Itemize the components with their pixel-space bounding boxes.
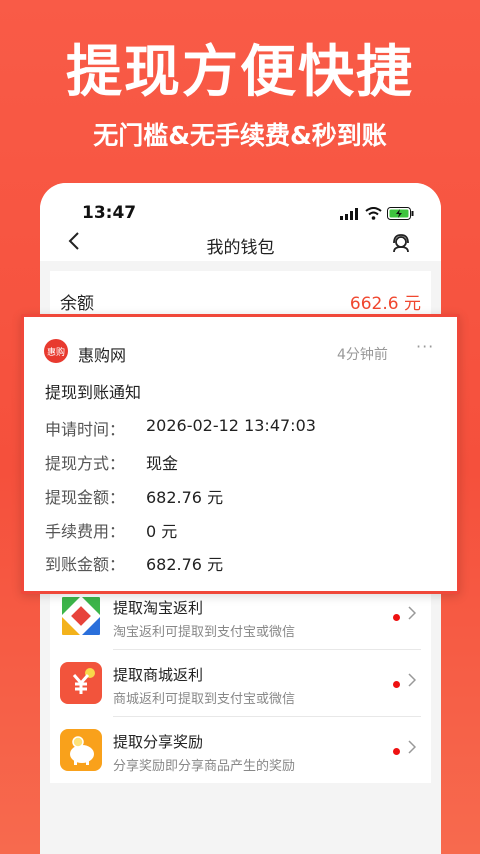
piggy-bank-icon (60, 729, 102, 771)
app-logo: 惠购 (44, 339, 68, 363)
unread-dot (393, 614, 400, 621)
battery-icon (387, 207, 414, 220)
yuan-icon (60, 662, 102, 704)
row-value: 现金 (146, 454, 179, 473)
withdraw-list: 提取淘宝返利 淘宝返利可提取到支付宝或微信 提取商城返利 商城返利可提取到支付宝… (50, 583, 431, 783)
chevron-right-icon (408, 739, 417, 758)
wifi-icon (365, 207, 382, 220)
chevron-right-icon (408, 605, 417, 624)
balance-label: 余额 (60, 294, 94, 314)
withdraw-notification[interactable]: 惠购 惠购网 4分钟前 ··· 提现到账通知 申请时间： 2026-02-12 … (21, 314, 460, 594)
list-item-desc: 淘宝返利可提取到支付宝或微信 (113, 625, 296, 640)
row-value: 682.76 元 (146, 555, 224, 574)
list-item-desc: 商城返利可提取到支付宝或微信 (113, 692, 296, 707)
list-item-title: 提取分享奖励 (113, 733, 204, 751)
list-item-share[interactable]: 提取分享奖励 分享奖励即分享商品产生的奖励 (50, 717, 431, 784)
status-bar: 13:47 (40, 183, 441, 229)
customer-service-icon[interactable] (391, 233, 411, 257)
row-key: 提现方式： (45, 454, 126, 473)
nav-bar: 我的钱包 (40, 229, 441, 261)
status-icons (340, 207, 415, 220)
chevron-right-icon (408, 672, 417, 691)
unread-dot (393, 681, 400, 688)
balance-value: 662.6 元 (349, 294, 421, 314)
status-time: 13:47 (82, 203, 137, 223)
row-key: 提现金额： (45, 488, 126, 507)
row-value: 0 元 (146, 522, 178, 541)
row-key: 到账金额： (45, 555, 126, 574)
row-value: 2026-02-12 13:47:03 (146, 416, 316, 435)
more-icon[interactable]: ··· (416, 337, 434, 356)
list-item-title: 提取淘宝返利 (113, 599, 204, 617)
unread-dot (393, 748, 400, 755)
notification-time: 4分钟前 (337, 347, 388, 363)
promo-subtitle: 无门槛&无手续费&秒到账 (93, 121, 387, 150)
row-key: 手续费用： (45, 522, 126, 541)
notification-heading: 提现到账通知 (45, 383, 142, 402)
promo-title: 提现方便快捷 (66, 40, 414, 105)
row-key: 申请时间： (45, 420, 126, 439)
row-value: 682.76 元 (146, 488, 224, 507)
page-title: 我的钱包 (206, 238, 275, 258)
list-item-title: 提取商城返利 (113, 666, 204, 684)
taobao-icon (60, 595, 102, 637)
signal-icon (340, 207, 358, 220)
notification-app-name: 惠购网 (78, 346, 127, 365)
list-item-desc: 分享奖励即分享商品产生的奖励 (113, 759, 296, 774)
list-item-mall[interactable]: 提取商城返利 商城返利可提取到支付宝或微信 (50, 650, 431, 717)
